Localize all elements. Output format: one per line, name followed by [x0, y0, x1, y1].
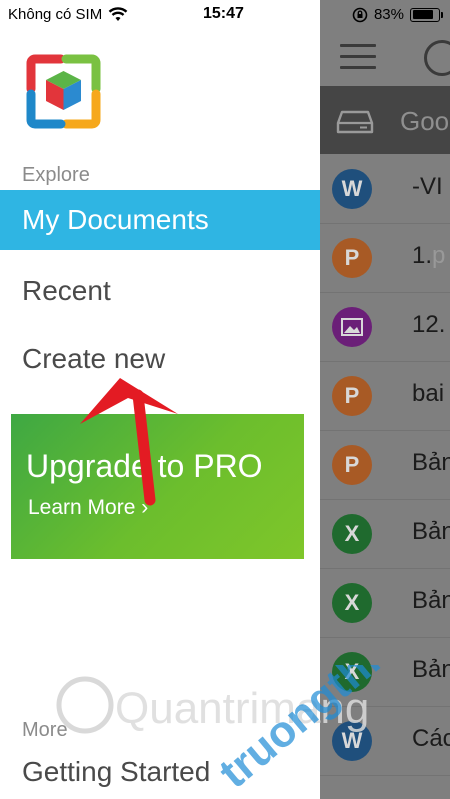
document-name: -VI	[412, 173, 443, 201]
upgrade-pro-banner[interactable]: Upgrade to PRO Learn More ›	[11, 414, 304, 559]
status-left: Không có SIM	[8, 6, 128, 23]
document-row[interactable]: X Bản	[320, 569, 450, 638]
document-name-text: 1.	[412, 242, 433, 269]
location-bar[interactable]: Goo	[320, 86, 450, 154]
app-logo	[21, 49, 106, 134]
document-row[interactable]: X Bản	[320, 500, 450, 569]
learn-more-link[interactable]: Learn More ›	[28, 496, 148, 520]
document-name-text: -VI	[412, 173, 443, 200]
excel-file-icon: X	[332, 514, 372, 554]
document-name: Bản	[412, 656, 450, 684]
document-row[interactable]: P 1.p	[320, 224, 450, 293]
document-row[interactable]: W -VI	[320, 155, 450, 224]
promo-title: Upgrade to PRO	[26, 448, 263, 484]
document-row[interactable]: 12.	[320, 293, 450, 362]
drive-icon	[336, 110, 374, 134]
menu-icon[interactable]	[340, 44, 376, 70]
powerpoint-file-icon: P	[332, 445, 372, 485]
document-name-text: Các	[412, 725, 450, 752]
carrier-label: Không có SIM	[8, 6, 103, 23]
excel-file-icon: X	[332, 652, 372, 692]
menu-item-label: Recent	[22, 275, 111, 306]
menu-item-label: Getting Started	[22, 756, 211, 787]
menu-item-my-documents[interactable]: My Documents	[0, 190, 320, 250]
document-name-text: Bản	[412, 449, 450, 476]
explore-section-label: Explore	[22, 164, 90, 186]
document-row[interactable]: X Bản	[320, 638, 450, 707]
document-name-text: Bản	[412, 587, 450, 614]
excel-file-icon: X	[332, 583, 372, 623]
document-name: 1.p	[412, 242, 445, 270]
document-name-text: Bản	[412, 656, 450, 683]
document-name: bai	[412, 380, 444, 408]
document-name: 12.	[412, 311, 445, 339]
document-row[interactable]: W Các	[320, 707, 450, 776]
word-file-icon: W	[332, 721, 372, 761]
document-name: Bản	[412, 587, 450, 615]
document-name-text: 12.	[412, 311, 446, 338]
document-name-text: bai	[412, 380, 445, 407]
battery-icon	[410, 7, 443, 22]
menu-item-label: My Documents	[22, 204, 209, 235]
menu-item-recent[interactable]: Recent	[0, 261, 320, 321]
search-icon[interactable]	[424, 40, 450, 76]
document-name: Bản	[412, 518, 450, 546]
document-name-text: Bản	[412, 518, 450, 545]
document-name: Các	[412, 725, 450, 753]
menu-item-getting-started[interactable]: Getting Started	[0, 742, 320, 799]
screen: Không có SIM 15:47 83% Goo W -VI P 1.p 1…	[0, 0, 450, 799]
more-section-label: More	[22, 719, 68, 741]
status-bar: Không có SIM 15:47 83%	[0, 0, 450, 32]
word-file-icon: W	[332, 169, 372, 209]
document-toolbar	[320, 32, 450, 86]
wifi-icon	[108, 7, 128, 21]
rotation-lock-icon	[352, 7, 368, 22]
navigation-drawer: Explore My Documents Recent Create new U…	[0, 0, 320, 799]
document-name: Bản	[412, 449, 450, 477]
document-extension: p	[432, 242, 446, 269]
status-right: 83%	[352, 6, 443, 23]
powerpoint-file-icon: P	[332, 238, 372, 278]
battery-fill	[412, 10, 434, 19]
powerpoint-file-icon: P	[332, 376, 372, 416]
menu-item-create-new[interactable]: Create new	[0, 329, 320, 389]
document-row[interactable]: P Bản	[320, 431, 450, 500]
battery-percent: 83%	[373, 6, 404, 23]
clock: 15:47	[203, 5, 244, 22]
image-file-icon	[332, 307, 372, 347]
document-list-panel: Goo W -VI P 1.p 12. Pbai P Bản X Bản X Bản X Bản W Các	[320, 0, 450, 799]
menu-item-label: Create new	[22, 343, 166, 374]
location-label: Goo	[400, 106, 450, 136]
document-row[interactable]: Pbai	[320, 362, 450, 431]
